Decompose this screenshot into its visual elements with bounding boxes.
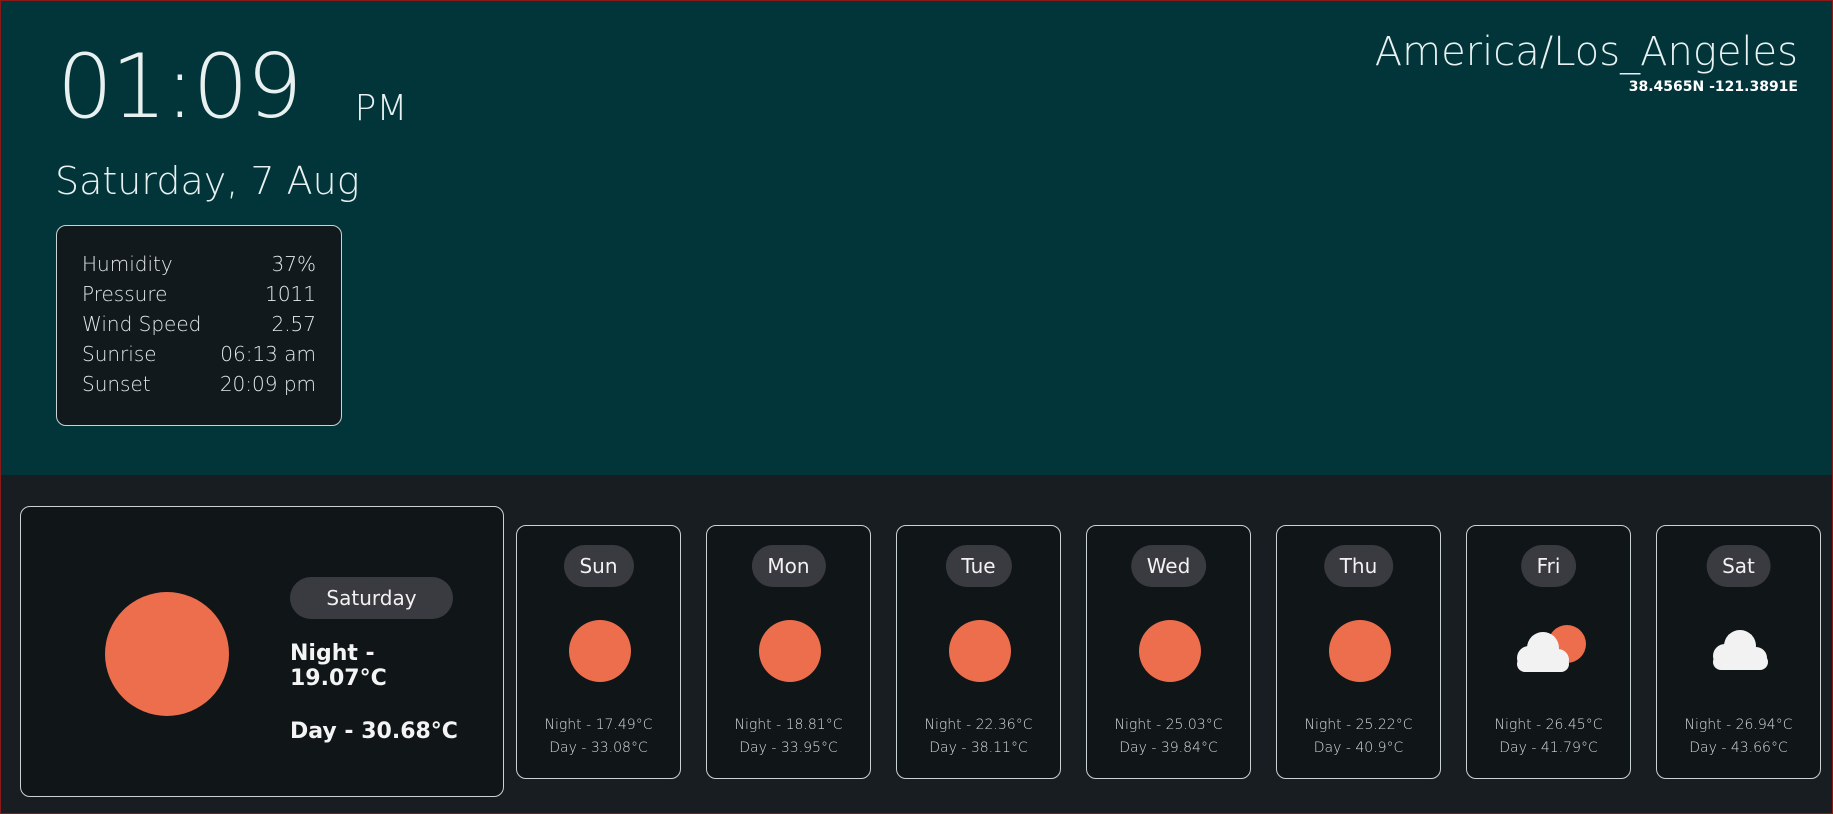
today-day-temp: Day - 30.68°C bbox=[290, 719, 458, 744]
weather-details-box: Humidity 37% Pressure 1011 Wind Speed 2.… bbox=[56, 225, 342, 426]
sun-icon bbox=[105, 592, 229, 716]
today-day-pill: Saturday bbox=[290, 577, 453, 619]
detail-row-pressure: Pressure 1011 bbox=[82, 282, 316, 312]
forecast-night-temp: Night - 18.81°C bbox=[734, 717, 843, 733]
clock: 01:09 PM bbox=[57, 39, 407, 135]
forecast-temps: Night - 22.36°C Day - 38.11°C bbox=[897, 714, 1060, 760]
forecast-night-temp: Night - 22.36°C bbox=[924, 717, 1033, 733]
detail-label: Humidity bbox=[82, 252, 173, 276]
forecast-temps: Night - 26.45°C Day - 41.79°C bbox=[1467, 714, 1630, 760]
forecast-card-sat: Sat Night - 26.94°C Day - 43.66°C bbox=[1656, 525, 1821, 779]
forecast-night-temp: Night - 26.45°C bbox=[1494, 717, 1603, 733]
forecast-night-temp: Night - 26.94°C bbox=[1684, 717, 1793, 733]
forecast-day-temp: Day - 33.08°C bbox=[549, 740, 648, 756]
forecast-day-temp: Day - 40.9°C bbox=[1313, 740, 1404, 756]
sun-icon bbox=[949, 620, 1011, 682]
sun-icon bbox=[1139, 620, 1201, 682]
detail-row-sunrise: Sunrise 06:13 am bbox=[82, 342, 316, 372]
forecast-temps: Night - 26.94°C Day - 43.66°C bbox=[1657, 714, 1820, 760]
forecast-card-thu: Thu Night - 25.22°C Day - 40.9°C bbox=[1276, 525, 1441, 779]
detail-label: Sunset bbox=[82, 372, 151, 396]
forecast-day-temp: Day - 39.84°C bbox=[1119, 740, 1218, 756]
detail-label: Sunrise bbox=[82, 342, 157, 366]
forecast-card-fri: Fri Night - 26.45°C Day - 41.79°C bbox=[1466, 525, 1631, 779]
forecast-temps: Night - 25.03°C Day - 39.84°C bbox=[1087, 714, 1250, 760]
today-night-temp: Night - 19.07°C bbox=[290, 641, 387, 691]
cloud-icon bbox=[1713, 630, 1768, 670]
location-info: America/Los_Angeles 38.4565N -121.3891E bbox=[1375, 29, 1798, 95]
current-weather-panel: 01:09 PM Saturday, 7 Aug Humidity 37% Pr… bbox=[1, 1, 1832, 475]
detail-row-wind-speed: Wind Speed 2.57 bbox=[82, 312, 316, 342]
clock-time: 01:09 bbox=[57, 35, 303, 138]
forecast-day-pill: Sun bbox=[563, 545, 634, 587]
detail-label: Pressure bbox=[82, 282, 168, 306]
forecast-card-sun: Sun Night - 17.49°C Day - 33.08°C bbox=[516, 525, 681, 779]
current-date: Saturday, 7 Aug bbox=[55, 159, 360, 203]
forecast-day-temp: Day - 38.11°C bbox=[929, 740, 1028, 756]
forecast-day-pill: Tue bbox=[945, 545, 1012, 587]
sun-icon bbox=[569, 620, 631, 682]
detail-value: 1011 bbox=[265, 282, 316, 306]
timezone-name: America/Los_Angeles bbox=[1374, 29, 1798, 75]
forecast-day-temp: Day - 33.95°C bbox=[739, 740, 838, 756]
forecast-temps: Night - 17.49°C Day - 33.08°C bbox=[517, 714, 680, 760]
today-card: Saturday Night - 19.07°C Day - 30.68°C bbox=[20, 506, 504, 797]
detail-value: 37% bbox=[271, 252, 316, 276]
forecast-day-pill: Mon bbox=[751, 545, 826, 587]
forecast-day-pill: Fri bbox=[1520, 545, 1577, 587]
forecast-temps: Night - 25.22°C Day - 40.9°C bbox=[1277, 714, 1440, 760]
forecast-card-mon: Mon Night - 18.81°C Day - 33.95°C bbox=[706, 525, 871, 779]
forecast-day-temp: Day - 41.79°C bbox=[1499, 740, 1598, 756]
forecast-day-pill: Sat bbox=[1706, 545, 1771, 587]
detail-row-sunset: Sunset 20:09 pm bbox=[82, 372, 316, 402]
clock-ampm: PM bbox=[354, 88, 408, 129]
partly-cloudy-icon bbox=[1517, 625, 1586, 672]
forecast-temps: Night - 18.81°C Day - 33.95°C bbox=[707, 714, 870, 760]
detail-row-humidity: Humidity 37% bbox=[82, 252, 316, 282]
detail-value: 20:09 pm bbox=[219, 372, 316, 396]
today-info: Saturday Night - 19.07°C Day - 30.68°C bbox=[290, 577, 460, 744]
forecast-day-pill: Wed bbox=[1130, 545, 1207, 587]
forecast-card-tue: Tue Night - 22.36°C Day - 38.11°C bbox=[896, 525, 1061, 779]
forecast-night-temp: Night - 25.03°C bbox=[1114, 717, 1223, 733]
coordinates: 38.4565N -121.3891E bbox=[1628, 79, 1798, 95]
forecast-night-temp: Night - 17.49°C bbox=[544, 717, 653, 733]
forecast-day-pill: Thu bbox=[1323, 545, 1394, 587]
sun-icon bbox=[759, 620, 821, 682]
sun-icon bbox=[1329, 620, 1391, 682]
detail-value: 2.57 bbox=[271, 312, 316, 336]
detail-label: Wind Speed bbox=[82, 312, 202, 336]
detail-value: 06:13 am bbox=[220, 342, 316, 366]
forecast-night-temp: Night - 25.22°C bbox=[1304, 717, 1413, 733]
forecast-day-temp: Day - 43.66°C bbox=[1689, 740, 1788, 756]
forecast-card-wed: Wed Night - 25.03°C Day - 39.84°C bbox=[1086, 525, 1251, 779]
